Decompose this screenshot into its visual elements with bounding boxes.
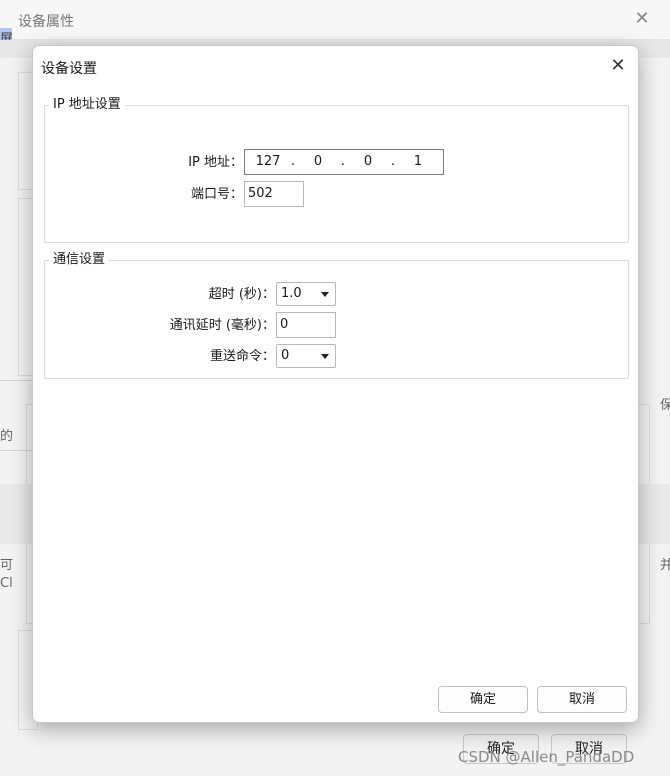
ip-address-label: IP 地址： <box>188 155 243 170</box>
delay-label: 通讯延时 (毫秒)： <box>169 318 275 333</box>
ip-octet-2[interactable]: 0 <box>297 150 339 174</box>
ip-octet-4[interactable]: 1 <box>397 150 439 174</box>
chevron-down-icon <box>321 354 329 359</box>
background-section <box>0 484 32 544</box>
watermark-text: CSDN @Allen_PandaDD <box>458 748 635 766</box>
timeout-select[interactable]: 1.0 <box>276 282 336 306</box>
port-label: 端口号： <box>190 187 243 202</box>
background-titlebar <box>0 0 670 40</box>
ip-group-legend: IP 地址设置 <box>49 97 125 113</box>
ip-octet-3[interactable]: 0 <box>347 150 389 174</box>
dialog-close-icon[interactable]: ✕ <box>606 55 630 77</box>
background-close-icon[interactable]: ✕ <box>632 8 652 30</box>
ip-octet-1[interactable]: 127 <box>245 150 291 174</box>
background-window-title: 设备属性 <box>18 14 74 30</box>
timeout-value: 1.0 <box>281 286 302 301</box>
ip-dot: . <box>290 154 296 169</box>
resend-label: 重送命令： <box>209 349 275 364</box>
ip-dot: . <box>340 154 346 169</box>
port-input[interactable]: 502 <box>244 181 304 207</box>
cancel-button[interactable]: 取消 <box>537 686 627 713</box>
timeout-label: 超时 (秒)： <box>208 287 275 302</box>
comm-group-legend: 通信设置 <box>49 252 110 268</box>
background-text-fragment: Cl <box>0 576 13 591</box>
background-divider <box>0 450 32 451</box>
chevron-down-icon <box>321 292 329 297</box>
device-settings-dialog: 设备设置 ✕ IP 地址设置 IP 地址： 127 . 0 . 0 . 1 端口… <box>32 45 639 723</box>
ok-button[interactable]: 确定 <box>438 686 528 713</box>
dialog-title: 设备设置 <box>41 61 97 77</box>
background-text-fragment: 可 <box>0 558 14 573</box>
resend-select[interactable]: 0 <box>276 344 336 368</box>
ip-address-input[interactable]: 127 . 0 . 0 . 1 <box>244 149 444 175</box>
resend-value: 0 <box>281 348 290 363</box>
background-section <box>639 484 670 544</box>
delay-input[interactable]: 0 <box>276 312 336 338</box>
background-text-fragment: 并 <box>660 558 670 573</box>
background-divider <box>0 380 32 381</box>
background-text-fragment: 保 <box>660 398 670 413</box>
ip-dot: . <box>390 154 396 169</box>
background-text-fragment: 的 <box>0 429 14 444</box>
